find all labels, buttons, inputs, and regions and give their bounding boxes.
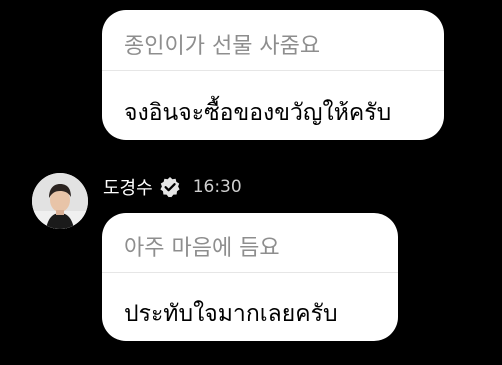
sender-name[interactable]: 도경수 xyxy=(103,174,153,200)
chat-screen: 종인이가 선물 사줌요 จงอินจะซื้อของขวัญให้ครับ 도경… xyxy=(0,0,502,365)
message-bubble[interactable]: 아주 마음에 듬요 ประทับใจมากเลยครับ xyxy=(102,213,398,341)
translated-message-text: ประทับใจมากเลยครับ xyxy=(124,301,338,327)
message-timestamp: 16:30 xyxy=(192,177,242,197)
original-message-text: 종인이가 선물 사줌요 xyxy=(124,34,321,59)
profile-avatar-image xyxy=(32,173,88,229)
sender-info: 도경수 16:30 xyxy=(103,174,242,200)
avatar[interactable] xyxy=(32,173,88,229)
message-bubble[interactable]: 종인이가 선물 사줌요 จงอินจะซื้อของขวัญให้ครับ xyxy=(102,10,444,140)
translated-message-text: จงอินจะซื้อของขวัญให้ครับ xyxy=(124,100,392,126)
original-message-text: 아주 마음에 듬요 xyxy=(124,236,280,261)
verified-badge-icon xyxy=(160,177,180,198)
